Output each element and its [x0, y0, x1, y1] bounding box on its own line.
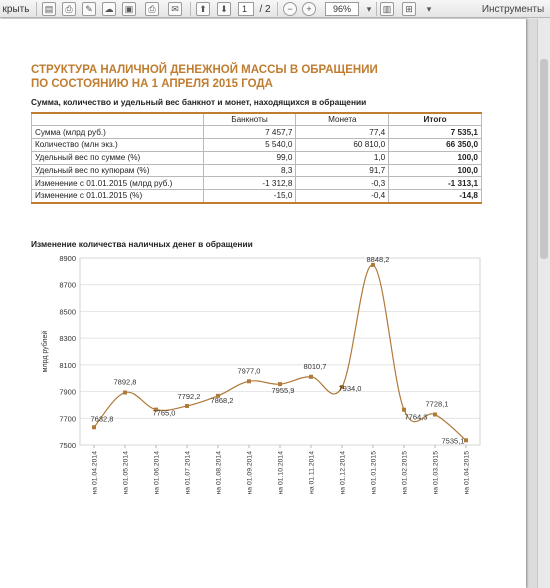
cash-line-chart: 7500 7700 7900 8100 8300 8500 8700 8900 млрд руб…: [41, 254, 481, 495]
x-tick-label: на 01.02.2015: [402, 451, 409, 495]
x-tick-label: на 01.05.2014: [123, 451, 130, 495]
data-label: 7728,1: [426, 400, 449, 409]
x-tick-label: на 01.07.2014: [185, 451, 192, 495]
y-tick-label: 7700: [59, 414, 76, 423]
data-point: [464, 438, 468, 443]
data-label: 8010,7: [304, 362, 327, 371]
data-label: 7632,8: [91, 414, 114, 423]
data-label: 7868,2: [211, 396, 234, 405]
y-axis-label: млрд рублей: [41, 331, 49, 373]
y-tick-label: 8300: [59, 334, 76, 343]
y-tick-label: 8500: [59, 307, 76, 316]
data-point: [185, 403, 189, 408]
x-tick-label: на 01.06.2014: [154, 451, 161, 495]
data-point: [123, 390, 127, 395]
y-tick-label: 7500: [59, 441, 76, 450]
x-tick-label: на 01.03.2015: [433, 451, 440, 495]
x-tick-label: на 01.04.2015: [464, 451, 471, 495]
x-tick-label: на 01.12.2014: [340, 451, 347, 495]
x-tick-label: на 01.08.2014: [216, 451, 223, 495]
data-label: 7792,2: [178, 392, 201, 401]
data-label: 7977,0: [238, 366, 261, 375]
x-tick-label: на 01.09.2014: [247, 451, 254, 495]
data-label: 7955,9: [272, 386, 295, 395]
data-label: 7934,0: [339, 384, 362, 393]
x-tick-label: на 01.01.2015: [371, 451, 378, 495]
data-point: [309, 374, 313, 379]
data-point: [92, 425, 96, 430]
data-label: 8848,2: [367, 255, 390, 264]
data-label: 7764,3: [405, 413, 428, 422]
x-tick-label: на 01.10.2014: [278, 451, 285, 495]
data-label: 7535,1: [442, 436, 465, 445]
data-label: 7892,8: [114, 378, 137, 387]
y-tick-label: 8900: [59, 254, 76, 263]
y-tick-label: 8100: [59, 361, 76, 370]
x-tick-label: на 01.04.2014: [92, 451, 99, 495]
data-point: [433, 412, 437, 417]
data-point: [402, 407, 406, 412]
y-tick-label: 7900: [59, 388, 76, 397]
x-tick-label: на 01.11.2014: [309, 451, 316, 494]
y-tick-label: 8700: [59, 281, 76, 290]
data-point: [247, 379, 251, 384]
data-label: 7765,0: [153, 409, 176, 418]
